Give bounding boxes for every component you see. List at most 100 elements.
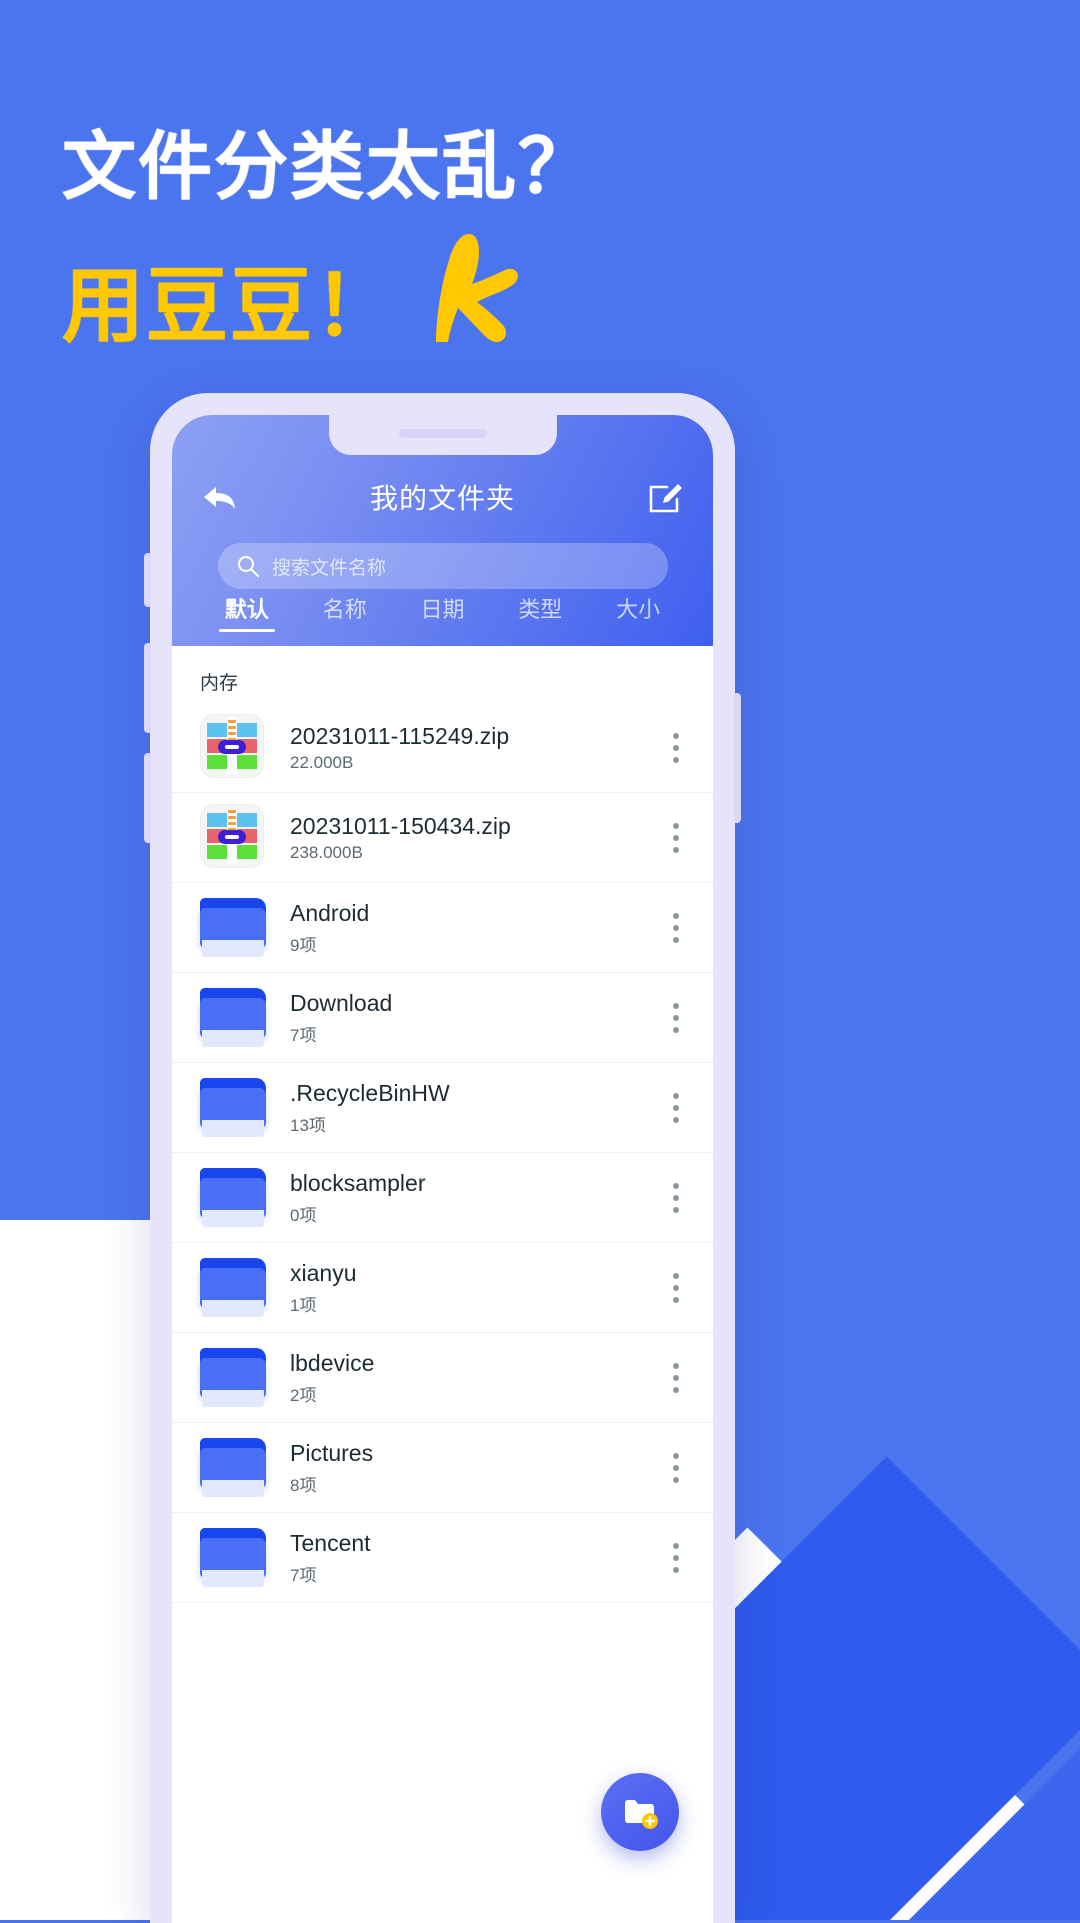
phone-button-volume-up (144, 643, 151, 733)
file-row-icon (200, 894, 268, 962)
search-input[interactable]: 搜索文件名称 (218, 543, 668, 589)
zip-icon-pull-tab (218, 739, 246, 754)
folder-icon (200, 1347, 266, 1408)
create-folder-fab[interactable] (601, 1773, 679, 1851)
file-row-text: .RecycleBinHW 13项 (290, 1079, 659, 1136)
more-vertical-icon[interactable] (659, 1358, 693, 1398)
file-row-text: 20231011-115249.zip 22.000B (290, 722, 659, 774)
file-row-text: 20231011-150434.zip 238.000B (290, 812, 659, 864)
folder-icon (200, 1167, 266, 1228)
file-row-text: Android 9项 (290, 899, 659, 956)
folder-icon-sheet (202, 1029, 264, 1047)
file-row[interactable]: Download 7项 (172, 973, 713, 1063)
file-list: 内存 20231011-115249.zip 22.000B 20231011-1… (172, 646, 713, 1923)
file-rows-container: 20231011-115249.zip 22.000B 20231011-1504… (172, 703, 713, 1603)
file-row[interactable]: 20231011-115249.zip 22.000B (172, 703, 713, 793)
folder-icon-sheet (202, 939, 264, 957)
file-name: .RecycleBinHW (290, 1080, 450, 1107)
phone-button-power (734, 693, 741, 823)
zip-file-icon (200, 713, 264, 778)
file-name: 20231011-150434.zip (290, 812, 511, 839)
promo-headline-line1: 文件分类太乱？ (62, 125, 594, 208)
file-row-icon (200, 1344, 268, 1412)
file-row[interactable]: xianyu 1项 (172, 1243, 713, 1333)
folder-icon-sheet (202, 1299, 264, 1317)
search-placeholder: 搜索文件名称 (272, 557, 387, 579)
file-meta: 1项 (290, 1295, 317, 1315)
folder-icon (200, 987, 266, 1048)
promo-headline: 文件分类太乱？ 用豆豆！ (62, 128, 594, 350)
file-row-text: xianyu 1项 (290, 1259, 659, 1316)
file-row[interactable]: Android 9项 (172, 883, 713, 973)
file-meta: 13项 (290, 1115, 326, 1135)
edit-pencil-icon (649, 484, 682, 513)
file-row-icon (200, 984, 268, 1052)
file-row-icon (200, 1074, 268, 1142)
file-row[interactable]: lbdevice 2项 (172, 1333, 713, 1423)
file-meta: 7项 (290, 1565, 317, 1585)
search-icon (236, 554, 260, 578)
section-label-storage: 内存 (200, 673, 239, 694)
file-meta: 8项 (290, 1475, 317, 1495)
more-vertical-icon[interactable] (659, 728, 693, 768)
file-name: Android (290, 900, 370, 927)
file-name: blocksampler (290, 1170, 426, 1197)
folder-icon-sheet (202, 1209, 264, 1227)
folder-icon-sheet (202, 1569, 264, 1587)
file-name: lbdevice (290, 1350, 375, 1377)
promo-headline-line2: 用豆豆！ (62, 260, 399, 352)
folder-icon-sheet (202, 1119, 264, 1137)
file-row-icon (200, 1254, 268, 1322)
zip-icon-pull-tab (218, 829, 246, 844)
folder-icon-sheet (202, 1389, 264, 1407)
file-meta: 22.000B (290, 753, 354, 773)
tab-size[interactable]: 大小 (589, 592, 687, 632)
file-row-icon (200, 1524, 268, 1592)
folder-icon (200, 1257, 266, 1318)
file-name: xianyu (290, 1260, 357, 1287)
folder-icon (200, 1437, 266, 1498)
folder-icon (200, 897, 266, 958)
file-row-icon (200, 803, 268, 872)
more-vertical-icon[interactable] (659, 1088, 693, 1128)
app-header-top-row: 我的文件夹 (172, 473, 713, 529)
tab-date[interactable]: 日期 (394, 592, 492, 632)
file-row[interactable]: Tencent 7项 (172, 1513, 713, 1603)
file-row[interactable]: Pictures 8项 (172, 1423, 713, 1513)
file-meta: 238.000B (290, 843, 363, 863)
tab-name[interactable]: 名称 (296, 592, 394, 632)
zip-file-icon (200, 803, 264, 868)
phone-earpiece-speaker (398, 429, 487, 438)
more-vertical-icon[interactable] (659, 1448, 693, 1488)
tab-type[interactable]: 类型 (491, 592, 589, 632)
folder-icon (200, 1077, 266, 1138)
tab-default[interactable]: 默认 (198, 592, 296, 632)
file-row[interactable]: 20231011-150434.zip 238.000B (172, 793, 713, 883)
promo-headline-line2-row: 用豆豆！ (62, 226, 594, 350)
folder-add-icon (625, 1800, 658, 1829)
file-meta: 2项 (290, 1385, 317, 1405)
more-vertical-icon[interactable] (659, 1178, 693, 1218)
phone-screen: 我的文件夹 搜索文件名称 默认 名称 日期 类型 大小 内存 20231011-… (172, 415, 713, 1923)
more-vertical-icon[interactable] (659, 998, 693, 1038)
folder-icon-sheet (202, 1479, 264, 1497)
file-row-text: lbdevice 2项 (290, 1349, 659, 1406)
file-meta: 0项 (290, 1205, 317, 1225)
phone-notch (328, 415, 557, 455)
more-vertical-icon[interactable] (659, 1538, 693, 1578)
more-vertical-icon[interactable] (659, 908, 693, 948)
file-row[interactable]: blocksampler 0项 (172, 1153, 713, 1243)
sort-tabs: 默认 名称 日期 类型 大小 (172, 592, 713, 632)
edit-button[interactable] (645, 477, 687, 519)
more-vertical-icon[interactable] (659, 818, 693, 858)
folder-icon (200, 1527, 266, 1588)
file-name: Tencent (290, 1530, 371, 1557)
file-row[interactable]: .RecycleBinHW 13项 (172, 1063, 713, 1153)
file-row-text: Tencent 7项 (290, 1529, 659, 1586)
more-vertical-icon[interactable] (659, 1268, 693, 1308)
file-meta: 9项 (290, 935, 317, 955)
phone-button-silent (144, 553, 151, 607)
mascot-doodle-icon (436, 233, 519, 342)
page-title: 我的文件夹 (369, 483, 515, 514)
zip-icon-teeth (228, 719, 236, 742)
